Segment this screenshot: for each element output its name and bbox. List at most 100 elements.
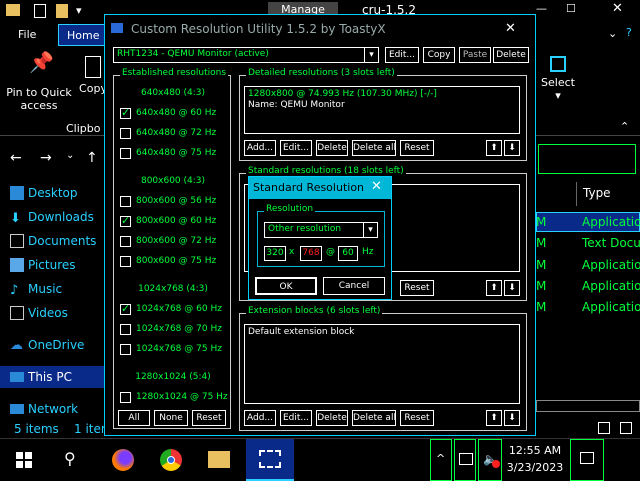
checkbox-1024x768-70[interactable]	[120, 324, 131, 335]
up-icon[interactable]: ↑	[86, 150, 98, 166]
horizontal-scrollbar[interactable]	[536, 400, 640, 412]
help-icon[interactable]: ?	[626, 26, 632, 39]
checkbox-640x480-60[interactable]	[120, 106, 131, 119]
search-icon: ⚲	[64, 449, 76, 468]
standard-move-down-button[interactable]: ⬇	[504, 280, 520, 296]
network-tray-button[interactable]	[454, 439, 476, 481]
extension-move-down-button[interactable]: ⬇	[504, 410, 520, 426]
standard-move-up-button[interactable]: ⬆	[486, 280, 502, 296]
taskbar-cru[interactable]	[246, 439, 294, 481]
nav-network[interactable]: Network	[0, 398, 104, 420]
clock[interactable]: 12:55 AM 3/23/2023	[504, 439, 566, 481]
clock-time: 12:55 AM	[508, 444, 562, 457]
monitor-edit-button[interactable]: Edit...	[385, 47, 419, 63]
back-icon[interactable]: ←	[10, 150, 22, 166]
nav-videos[interactable]: Videos	[0, 302, 104, 324]
computer-icon	[10, 372, 24, 382]
detailed-reset-button[interactable]: Reset	[400, 140, 434, 156]
established-reset-button[interactable]: Reset	[192, 410, 226, 426]
show-hidden-icons-button[interactable]: ^	[430, 439, 452, 481]
show-desktop-button[interactable]	[606, 439, 640, 481]
cancel-button[interactable]: Cancel	[323, 277, 385, 295]
taskbar-file-explorer[interactable]	[196, 439, 242, 481]
nav-this-pc[interactable]: This PC	[0, 366, 104, 388]
large-icons-view-icon[interactable]	[620, 422, 632, 434]
checkbox-640x480-75[interactable]	[120, 148, 131, 159]
detailed-move-up-button[interactable]: ⬆	[486, 140, 502, 156]
resolution-group-label: Resolution	[264, 204, 316, 214]
checkbox-640x480-72[interactable]	[120, 128, 131, 139]
res-label: 800x600 @ 60 Hz	[136, 216, 217, 226]
checkbox-800x600-60[interactable]	[120, 214, 131, 227]
list-item[interactable]: 1280x800 @ 74.993 Hz (107.30 MHz) [-/-]	[248, 89, 516, 100]
height-input[interactable]: 768	[300, 246, 322, 261]
close-icon[interactable]: ✕	[505, 15, 516, 43]
search-button[interactable]: ⚲	[52, 439, 92, 481]
taskbar-chrome[interactable]	[148, 439, 194, 481]
checkbox-800x600-56[interactable]	[120, 196, 131, 207]
detailed-delete-all-button[interactable]: Delete all	[352, 140, 396, 156]
forward-icon[interactable]: →	[40, 150, 52, 166]
monitor-delete-button[interactable]: Delete	[493, 47, 529, 63]
list-item[interactable]: Default extension block	[248, 327, 516, 338]
checkbox-1280x1024-75[interactable]	[120, 392, 131, 403]
recent-locations-icon[interactable]: ⌄	[66, 150, 74, 161]
maximize-icon[interactable]: ☐	[566, 2, 576, 15]
checkbox-1024x768-60[interactable]	[120, 302, 131, 315]
detailed-add-button[interactable]: Add...	[244, 140, 276, 156]
checkbox-800x600-72[interactable]	[120, 236, 131, 247]
collapse-ribbon-icon[interactable]: ⌃	[620, 120, 629, 133]
width-input[interactable]: 320	[264, 246, 286, 261]
pin-quick-access-button[interactable]: 📌 Pin to Quick access	[4, 52, 74, 112]
established-none-button[interactable]: None	[154, 410, 188, 426]
nav-pictures[interactable]: Pictures	[0, 254, 104, 276]
refresh-input[interactable]: 60	[338, 246, 358, 261]
tab-home[interactable]: Home	[58, 24, 109, 46]
detailed-resolutions-list[interactable]: 1280x800 @ 74.993 Hz (107.30 MHz) [-/-] …	[244, 86, 520, 134]
taskbar-firefox[interactable]	[100, 439, 146, 481]
details-view-icon[interactable]	[598, 422, 610, 434]
folder-icon[interactable]	[56, 4, 68, 18]
network-icon	[459, 453, 473, 465]
detailed-edit-button[interactable]: Edit...	[280, 140, 312, 156]
ok-button[interactable]: OK	[255, 277, 317, 295]
type-cell: Application	[582, 215, 640, 229]
search-box[interactable]	[538, 144, 636, 174]
resolution-type-select[interactable]: Other resolution ▾	[264, 222, 378, 238]
nav-desktop[interactable]: Desktop	[0, 182, 104, 204]
nav-downloads[interactable]: ⬇ Downloads	[0, 206, 104, 228]
minimize-icon[interactable]: —	[536, 2, 547, 15]
monitor-copy-button[interactable]: Copy	[423, 47, 455, 63]
quick-access-dropdown-icon[interactable]: ▾	[76, 4, 82, 17]
close-icon[interactable]: ✕	[371, 179, 382, 194]
nav-music[interactable]: ♪ Music	[0, 278, 104, 300]
extension-reset-button[interactable]: Reset	[400, 410, 434, 426]
standard-reset-button[interactable]: Reset	[400, 280, 434, 296]
type-cell: Text Document	[582, 236, 640, 250]
extension-delete-button[interactable]: Delete	[316, 410, 348, 426]
notifications-button[interactable]	[570, 439, 604, 481]
start-button[interactable]	[0, 439, 48, 481]
select-button[interactable]: Select ▾	[536, 56, 580, 102]
column-header-type[interactable]: Type	[576, 182, 640, 206]
nav-onedrive[interactable]: ☁ OneDrive	[0, 334, 104, 356]
detailed-move-down-button[interactable]: ⬇	[504, 140, 520, 156]
monitor-select[interactable]: RHT1234 - QEMU Monitor (active) ▾	[113, 47, 379, 63]
nav-documents[interactable]: Documents	[0, 230, 104, 252]
checkbox-1024x768-75[interactable]	[120, 344, 131, 355]
volume-tray-button[interactable]: 🔈	[478, 439, 502, 481]
checkbox-800x600-75[interactable]	[120, 256, 131, 267]
established-all-button[interactable]: All	[118, 410, 150, 426]
expand-ribbon-icon[interactable]: ⌄	[608, 27, 617, 40]
extension-add-button[interactable]: Add...	[244, 410, 276, 426]
list-item[interactable]: Name: QEMU Monitor	[248, 100, 516, 111]
extension-blocks-list[interactable]: Default extension block	[244, 324, 520, 404]
extension-edit-button[interactable]: Edit...	[280, 410, 312, 426]
checkbox-icon[interactable]	[34, 4, 46, 18]
extension-move-up-button[interactable]: ⬆	[486, 410, 502, 426]
close-icon[interactable]: ✕	[612, 1, 623, 16]
detailed-delete-button[interactable]: Delete	[316, 140, 348, 156]
monitor-paste-button[interactable]: Paste	[459, 47, 491, 63]
tab-file[interactable]: File	[10, 24, 44, 46]
extension-delete-all-button[interactable]: Delete all	[352, 410, 396, 426]
